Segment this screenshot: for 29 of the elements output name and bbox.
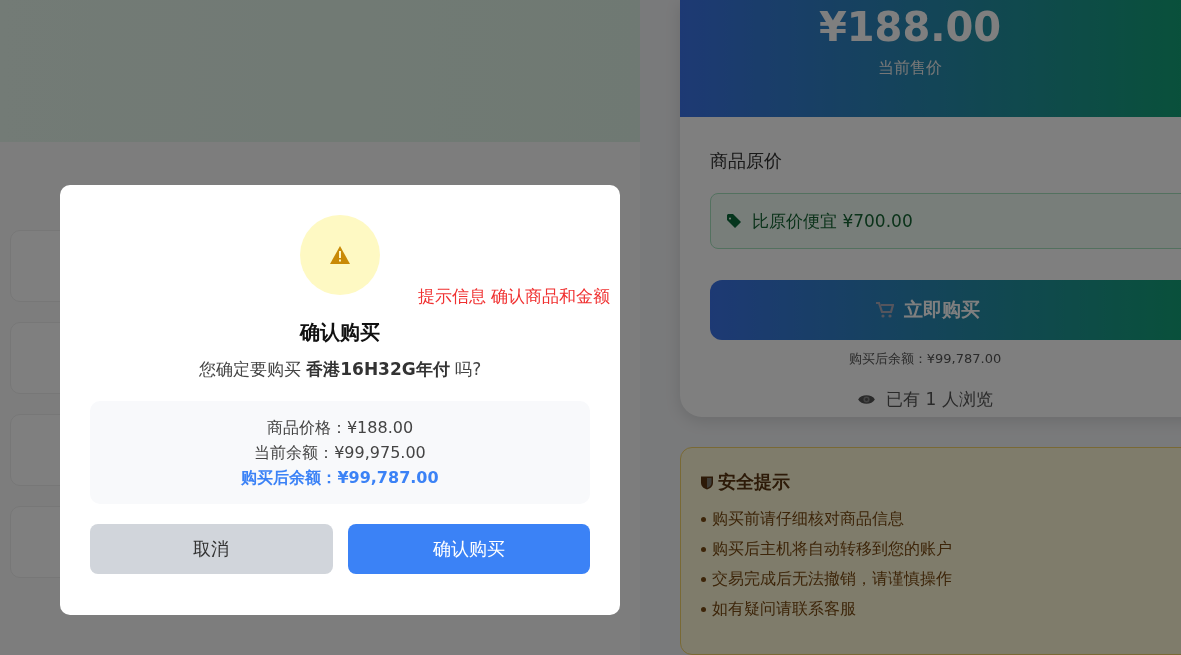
bullet-icon [701, 576, 706, 582]
safety-tip: 购买后主机将自动转移到您的账户 [712, 538, 952, 561]
summary-line: 购买后余额：¥99,787.00 [241, 467, 439, 489]
summary-line: 商品价格：¥188.00 [266, 417, 414, 439]
tag-icon [726, 213, 742, 229]
eye-icon [857, 393, 877, 406]
original-price-label: 商品原价 [710, 149, 783, 173]
bullet-icon [701, 606, 706, 612]
price-label: 当前售价 [878, 58, 942, 79]
shield-icon [701, 474, 713, 490]
view-count: 已有 1 人浏览 [886, 388, 993, 411]
dialog-title: 确认购买 [300, 319, 380, 346]
bullet-icon [701, 516, 706, 522]
annotation-text: 提示信息 确认商品和金额 [417, 285, 610, 308]
safety-tip: 购买前请仔细核对商品信息 [712, 508, 904, 531]
current-price: ¥188.00 [818, 4, 1002, 50]
balance-after-text: 购买后余额：¥99,787.00 [847, 350, 1003, 368]
cancel-button[interactable]: 取消 [90, 524, 333, 574]
buy-now-button[interactable]: 立即购买 [710, 280, 1181, 340]
safety-title: 安全提示 [718, 470, 790, 495]
confirm-button[interactable]: 确认购买 [347, 524, 590, 574]
discount-text: 比原价便宜 ¥700.00 [752, 209, 913, 233]
summary-line: 当前余额：¥99,975.00 [254, 442, 426, 464]
dialog-question: 您确定要购买 香港16H32G年付 吗? [198, 358, 482, 381]
bullet-icon [701, 546, 706, 552]
warning-icon [330, 246, 350, 264]
safety-tip: 交易完成后无法撤销，请谨慎操作 [712, 568, 952, 591]
safety-tip: 如有疑问请联系客服 [712, 598, 856, 621]
cart-icon [876, 302, 894, 318]
